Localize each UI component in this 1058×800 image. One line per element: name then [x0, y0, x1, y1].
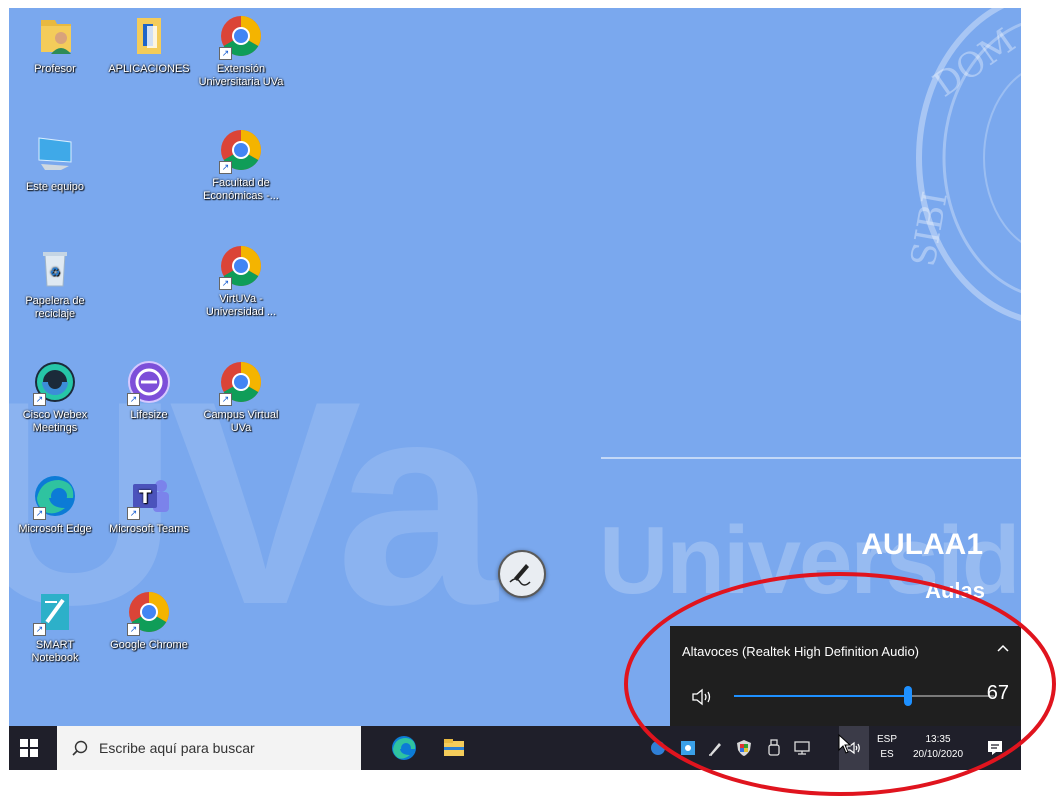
- chrome-icon: ↗: [217, 126, 265, 174]
- shortcut-arrow-icon: ↗: [127, 623, 140, 636]
- chrome-icon: ↗: [125, 588, 173, 636]
- folder-icon: [125, 12, 173, 60]
- svg-text:DOM: DOM: [926, 21, 1021, 105]
- aula-name-label: AULAA1: [861, 528, 983, 561]
- windows-start-icon[interactable]: [19, 738, 39, 758]
- teams-icon: T ↗: [125, 472, 173, 520]
- chrome-icon: ↗: [217, 358, 265, 406]
- computer-icon: [31, 130, 79, 178]
- desktop-icon-facultad[interactable]: ↗ Facultad de Económicas -...: [195, 126, 287, 203]
- shortcut-arrow-icon: ↗: [33, 393, 46, 406]
- file-explorer-icon[interactable]: [439, 733, 469, 763]
- search-placeholder: Escribe aquí para buscar: [99, 740, 255, 756]
- webex-icon: ↗: [31, 358, 79, 406]
- red-annotation-ellipse: [624, 572, 1056, 796]
- shortcut-arrow-icon: ↗: [219, 277, 232, 290]
- desktop-icon-teams[interactable]: T ↗ Microsoft Teams: [103, 472, 195, 536]
- shortcut-arrow-icon: ↗: [127, 393, 140, 406]
- shortcut-arrow-icon: ↗: [219, 161, 232, 174]
- desktop-icon-virtuva[interactable]: ↗ VirtUVa - Universidad ...: [195, 242, 287, 319]
- chrome-icon: ↗: [217, 242, 265, 290]
- edge-icon: ↗: [31, 472, 79, 520]
- shortcut-arrow-icon: ↗: [219, 47, 232, 60]
- desktop-icon-smart-notebook[interactable]: ↗ SMART Notebook: [9, 588, 101, 665]
- pen-tool-button[interactable]: [498, 550, 546, 598]
- recycle-bin-icon: ♻: [31, 244, 79, 292]
- shortcut-arrow-icon: ↗: [33, 507, 46, 520]
- desktop-icon-edge[interactable]: ↗ Microsoft Edge: [9, 472, 101, 536]
- edge-taskbar-icon[interactable]: [389, 733, 419, 763]
- desktop-icon-campus-virtual[interactable]: ↗ Campus Virtual UVa: [195, 358, 287, 435]
- shortcut-arrow-icon: ↗: [219, 393, 232, 406]
- user-folder-icon: [31, 12, 79, 60]
- shortcut-arrow-icon: ↗: [33, 623, 46, 636]
- desktop-icon-papelera[interactable]: ♻ Papelera de reciclaje: [9, 244, 101, 321]
- desktop-icon-chrome[interactable]: ↗ Google Chrome: [103, 588, 195, 652]
- taskbar-search-box[interactable]: Escribe aquí para buscar: [57, 726, 361, 770]
- smart-notebook-icon: ↗: [31, 588, 79, 636]
- desktop-icon-extension-uva[interactable]: ↗ Extensión Universitaria UVa: [195, 12, 287, 89]
- desktop-icon-aplicaciones[interactable]: APLICACIONES: [103, 12, 195, 76]
- pen-icon: [509, 564, 531, 586]
- desktop-icon-este-equipo[interactable]: Este equipo: [9, 130, 101, 194]
- desktop-icon-webex[interactable]: ↗ Cisco Webex Meetings: [9, 358, 101, 435]
- svg-text:♻: ♻: [50, 265, 61, 279]
- shortcut-arrow-icon: ↗: [127, 507, 140, 520]
- svg-text:T: T: [139, 487, 152, 508]
- search-icon: [72, 740, 88, 756]
- watermark-divider: [601, 457, 1021, 459]
- desktop-icon-lifesize[interactable]: ↗ Lifesize: [103, 358, 195, 422]
- chrome-icon: ↗: [217, 12, 265, 60]
- desktop-icon-profesor[interactable]: Profesor: [9, 12, 101, 76]
- lifesize-icon: ↗: [125, 358, 173, 406]
- university-seal-watermark: DOM SIBI: [904, 8, 1021, 322]
